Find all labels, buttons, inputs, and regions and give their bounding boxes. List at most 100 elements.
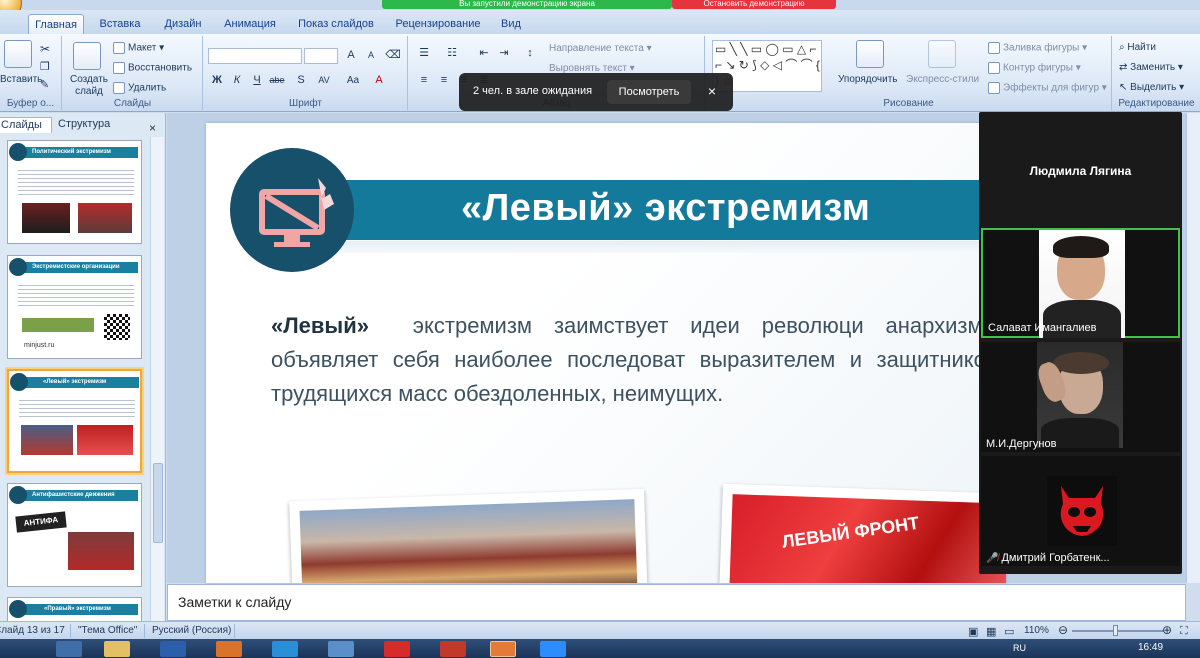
slide-notes-field[interactable]: Заметки к слайду bbox=[167, 584, 1186, 621]
slide-thumbnail[interactable]: Экстремистские организации minjust.ru bbox=[7, 255, 142, 359]
tab-outline[interactable]: Структура bbox=[54, 117, 116, 133]
zoom-out-icon[interactable]: ⊖ bbox=[1058, 623, 1068, 637]
view-waiting-button[interactable]: Посмотреть bbox=[607, 80, 691, 104]
slide-thumbnail[interactable]: Антифашистские движения АНТИФА bbox=[7, 483, 142, 587]
close-pane-icon[interactable]: × bbox=[149, 121, 156, 135]
tab-review[interactable]: Рецензирование bbox=[390, 14, 486, 34]
text-direction-button[interactable]: Направление текста ▾ bbox=[549, 43, 652, 54]
font-name-combo[interactable] bbox=[208, 48, 302, 64]
layout-button[interactable]: Макет ▾ bbox=[113, 42, 164, 54]
fit-slide-icon[interactable]: ⛶ bbox=[1180, 625, 1188, 638]
char-spacing-button[interactable]: AV bbox=[312, 72, 336, 89]
select-button[interactable]: ↖ Выделить ▾ bbox=[1119, 82, 1184, 93]
arrange-icon bbox=[856, 40, 884, 68]
change-case-button[interactable]: Aa bbox=[342, 72, 364, 89]
tab-animation[interactable]: Анимация bbox=[218, 14, 282, 34]
zoom-slider[interactable] bbox=[1072, 630, 1164, 632]
theme-name[interactable]: "Тема Office" bbox=[78, 625, 137, 636]
language-indicator[interactable]: Русский (Россия) bbox=[152, 625, 231, 636]
fill-bucket-icon bbox=[988, 42, 1000, 54]
slide-thumbnail-selected[interactable]: «Левый» экстремизм bbox=[7, 369, 142, 473]
participant-video bbox=[1034, 342, 1123, 448]
numbering-icon[interactable]: ☷ bbox=[443, 45, 461, 62]
pane-scrollbar[interactable] bbox=[150, 137, 164, 621]
participant-name: Дмитрий Горбатенк... bbox=[1001, 552, 1110, 564]
zoom-app-icon[interactable] bbox=[540, 641, 566, 657]
font-size-combo[interactable] bbox=[304, 48, 338, 64]
yandex-icon[interactable] bbox=[384, 641, 410, 657]
slideshow-view-icon[interactable]: ▭ bbox=[1004, 625, 1014, 638]
shrink-font-button[interactable]: A bbox=[362, 47, 380, 64]
slide-photo-flags[interactable]: ЛЕВЫЙ ФРОНТ bbox=[719, 483, 1006, 583]
tab-slides[interactable]: Слайды bbox=[0, 117, 52, 133]
shadow-button[interactable]: S bbox=[292, 72, 310, 89]
layout-icon bbox=[113, 42, 125, 54]
slide-thumbnail[interactable]: Политический экстремизм bbox=[7, 140, 142, 244]
pane-scrollbar-thumb[interactable] bbox=[153, 463, 163, 543]
replace-button[interactable]: ⇄ Заменить ▾ bbox=[1119, 62, 1183, 73]
close-icon[interactable]: × bbox=[703, 82, 721, 100]
delete-slide-button[interactable]: Удалить bbox=[113, 82, 166, 94]
bullets-icon[interactable]: ☰ bbox=[415, 45, 433, 62]
word-icon[interactable] bbox=[160, 641, 186, 657]
quick-styles-button[interactable]: Экспресс-стили bbox=[906, 74, 979, 85]
cut-icon[interactable]: ✂ bbox=[40, 42, 50, 56]
current-slide[interactable]: «Левый» экстремизм «Левый» экстремизм за… bbox=[206, 123, 1006, 583]
tab-view[interactable]: Вид bbox=[496, 14, 526, 34]
shape-outline-button[interactable]: Контур фигуры ▾ bbox=[988, 62, 1081, 74]
align-center-icon[interactable]: ≡ bbox=[435, 72, 453, 89]
participant-tile[interactable]: М.И.Дергунов bbox=[981, 342, 1180, 452]
tab-slideshow[interactable]: Показ слайдов bbox=[292, 14, 380, 34]
shape-fill-button[interactable]: Заливка фигуры ▾ bbox=[988, 42, 1087, 54]
zoom-slider-handle[interactable] bbox=[1113, 625, 1118, 636]
format-painter-icon[interactable]: ✎ bbox=[40, 78, 49, 91]
close-app-icon[interactable] bbox=[440, 641, 466, 657]
thumbnail-image bbox=[22, 318, 94, 332]
line-spacing-icon[interactable]: ↕ bbox=[521, 45, 539, 62]
align-left-icon[interactable]: ≡ bbox=[415, 72, 433, 89]
decrease-indent-icon[interactable]: ⇤ bbox=[475, 45, 493, 62]
paste-button[interactable]: Вставить bbox=[0, 74, 42, 85]
clear-format-icon[interactable]: ⌫ bbox=[384, 47, 402, 64]
taskbar: RU 16:49 bbox=[0, 639, 1200, 658]
photo-kremlin-image bbox=[299, 499, 638, 583]
normal-view-icon[interactable]: ▣ bbox=[968, 625, 978, 638]
tab-home[interactable]: Главная bbox=[28, 14, 84, 34]
participant-tile[interactable]: 🎤̸ Дмитрий Горбатенк... bbox=[981, 456, 1180, 566]
bold-button[interactable]: Ж bbox=[208, 72, 226, 89]
underline-button[interactable]: Ч bbox=[248, 72, 266, 89]
find-button[interactable]: ⌕ Найти bbox=[1119, 42, 1156, 53]
taskbar-app-icon[interactable] bbox=[56, 641, 82, 657]
media-icon[interactable] bbox=[216, 641, 242, 657]
replace-icon: ⇄ bbox=[1119, 62, 1131, 73]
new-slide-button[interactable]: Создать слайд bbox=[67, 74, 111, 98]
italic-button[interactable]: К bbox=[228, 72, 246, 89]
slide-body-lead: «Левый» bbox=[271, 313, 369, 338]
zoom-in-icon[interactable]: ⊕ bbox=[1162, 623, 1172, 637]
group-label-slides: Слайды bbox=[113, 98, 152, 109]
keyboard-language[interactable]: RU bbox=[1013, 643, 1026, 653]
grow-font-button[interactable]: A bbox=[342, 47, 360, 64]
strikethrough-button[interactable]: abe bbox=[268, 72, 286, 89]
tab-insert[interactable]: Вставка bbox=[92, 14, 148, 34]
thumbnail-title: «Левый» экстремизм bbox=[43, 379, 107, 385]
reset-button[interactable]: Восстановить bbox=[113, 62, 192, 74]
browser-icon[interactable] bbox=[272, 641, 298, 657]
sorter-view-icon[interactable]: ▦ bbox=[986, 625, 996, 638]
tab-design[interactable]: Дизайн bbox=[158, 14, 208, 34]
slide-photo-kremlin[interactable] bbox=[289, 488, 648, 583]
copy-icon[interactable]: ❐ bbox=[40, 60, 50, 73]
shape-effects-button[interactable]: Эффекты для фигур ▾ bbox=[988, 82, 1107, 94]
arrange-button[interactable]: Упорядочить bbox=[838, 74, 898, 85]
slide-scrollbar[interactable] bbox=[1186, 113, 1200, 583]
stop-share-button[interactable]: Остановить демонстрацию bbox=[672, 0, 836, 9]
audio-icon[interactable] bbox=[328, 641, 354, 657]
zoom-level[interactable]: 110% bbox=[1024, 625, 1049, 636]
folder-icon[interactable] bbox=[104, 641, 130, 657]
pen-icon bbox=[988, 62, 1000, 74]
participant-tile-active[interactable]: Салават Имангалиев bbox=[981, 228, 1180, 338]
thumbnail-image bbox=[22, 203, 70, 233]
font-color-button[interactable]: A bbox=[370, 72, 388, 89]
powerpoint-icon[interactable] bbox=[490, 641, 516, 657]
increase-indent-icon[interactable]: ⇥ bbox=[495, 45, 513, 62]
